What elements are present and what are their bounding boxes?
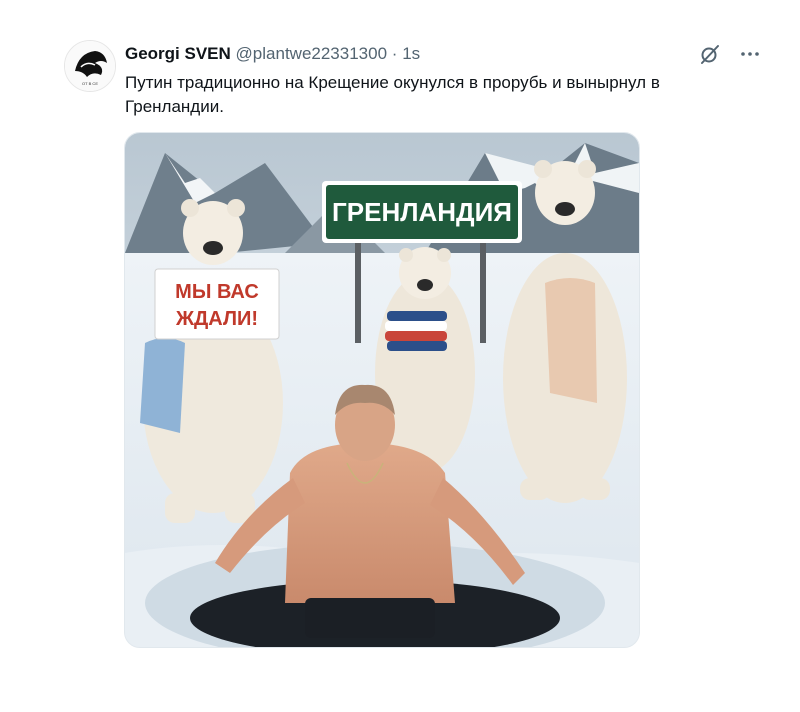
avatar-caption: ОТ В СЕ (82, 81, 98, 86)
post-header: Georgi SVEN @plantwe22331300 · 1s (125, 43, 760, 67)
more-options-icon[interactable] (738, 42, 762, 66)
post-media[interactable]: ГРЕНЛАНДИЯ МЫ ВАС ЖДАЛИ! (124, 132, 640, 648)
author-avatar[interactable]: ОТ В СЕ (64, 40, 116, 92)
author-name[interactable]: Georgi SVEN (125, 44, 231, 63)
header-separator: · (391, 44, 398, 63)
post-timestamp[interactable]: 1s (402, 44, 420, 63)
media-image: ГРЕНЛАНДИЯ МЫ ВАС ЖДАЛИ! (125, 133, 639, 647)
post-text: Путин традиционно на Крещение окунулся в… (125, 73, 660, 116)
avatar-image: ОТ В СЕ (65, 41, 115, 91)
post-actions (698, 42, 762, 66)
author-handle[interactable]: @plantwe22331300 (236, 44, 388, 63)
placard-line-1: МЫ ВАС (175, 281, 259, 303)
sign-text: ГРЕНЛАНДИЯ (332, 197, 512, 227)
placard-line-2: ЖДАЛИ! (175, 308, 258, 330)
grok-slash-icon[interactable] (698, 42, 722, 66)
